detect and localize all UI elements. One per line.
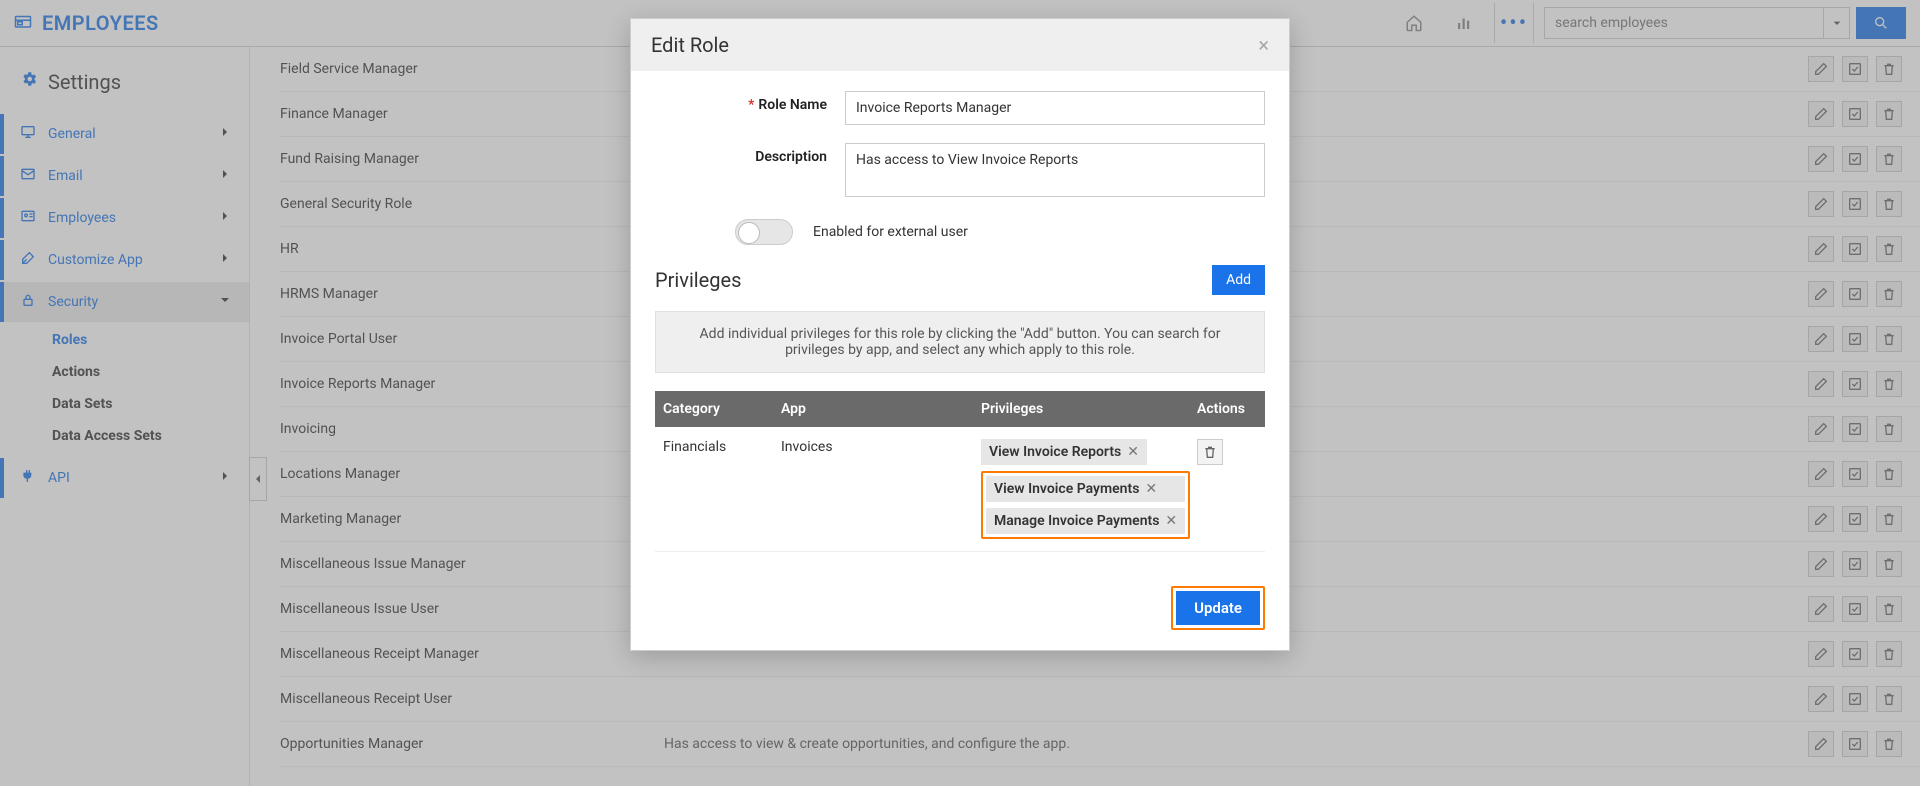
update-button[interactable]: Update (1176, 591, 1260, 625)
modal-overlay: Edit Role × *Role Name Description Enabl… (0, 0, 1920, 786)
privileges-title: Privileges (655, 268, 741, 292)
role-name-row: *Role Name (655, 91, 1265, 125)
description-row: Description (655, 143, 1265, 201)
modal-header: Edit Role × (631, 19, 1289, 71)
update-highlight: Update (1171, 586, 1265, 630)
priv-actions (1197, 439, 1257, 465)
remove-chip-icon[interactable]: ✕ (1145, 481, 1157, 497)
edit-role-modal: Edit Role × *Role Name Description Enabl… (630, 18, 1290, 651)
description-label: Description (655, 143, 845, 165)
priv-app: Invoices (781, 439, 981, 455)
description-input[interactable] (845, 143, 1265, 197)
col-app: App (781, 401, 981, 417)
col-category: Category (663, 401, 781, 417)
external-user-toggle-row: Enabled for external user (735, 219, 1265, 245)
privilege-chip: Manage Invoice Payments ✕ (986, 508, 1185, 534)
external-user-toggle[interactable] (735, 219, 793, 245)
col-privileges: Privileges (981, 401, 1197, 417)
add-privilege-button[interactable]: Add (1212, 265, 1265, 295)
close-icon[interactable]: × (1258, 33, 1269, 57)
modal-footer: Update (631, 572, 1289, 650)
chip-label: View Invoice Reports (989, 444, 1121, 460)
col-actions: Actions (1197, 401, 1257, 417)
priv-category: Financials (663, 439, 781, 455)
highlighted-chips: View Invoice Payments ✕ Manage Invoice P… (981, 471, 1190, 539)
privilege-row: Financials Invoices View Invoice Reports… (655, 427, 1265, 552)
privileges-table-header: Category App Privileges Actions (655, 391, 1265, 427)
priv-chips: View Invoice Reports ✕ View Invoice Paym… (981, 439, 1197, 539)
privileges-info: Add individual privileges for this role … (655, 311, 1265, 373)
chip-label: Manage Invoice Payments (994, 513, 1159, 529)
chip-label: View Invoice Payments (994, 481, 1139, 497)
remove-chip-icon[interactable]: ✕ (1127, 444, 1139, 460)
remove-chip-icon[interactable]: ✕ (1165, 513, 1177, 529)
role-name-label: *Role Name (655, 91, 845, 113)
role-name-input[interactable] (845, 91, 1265, 125)
external-user-label: Enabled for external user (813, 224, 968, 240)
privilege-chip: View Invoice Payments ✕ (986, 476, 1185, 502)
privilege-chip: View Invoice Reports ✕ (981, 439, 1147, 465)
privileges-header: Privileges Add (655, 265, 1265, 295)
modal-title: Edit Role (651, 33, 729, 57)
modal-body: *Role Name Description Enabled for exter… (631, 71, 1289, 572)
delete-privilege-button[interactable] (1197, 439, 1223, 465)
